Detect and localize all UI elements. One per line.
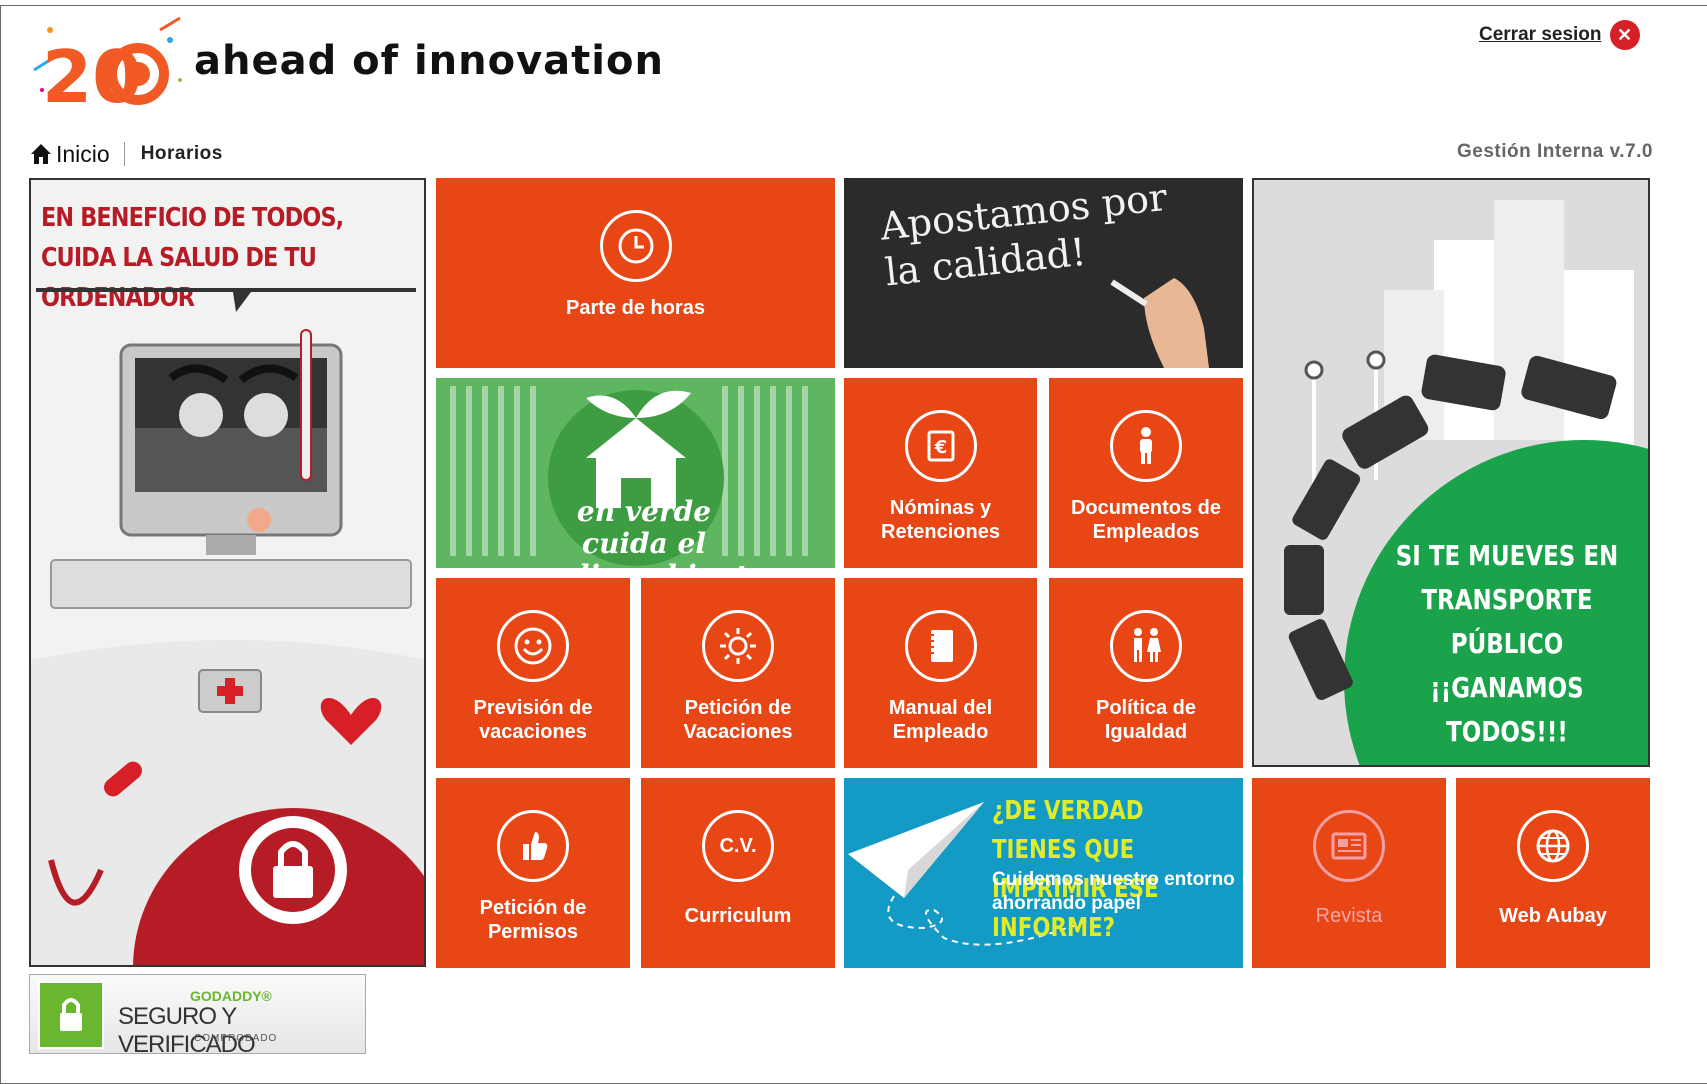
tile-label: Web Aubay xyxy=(1499,905,1607,927)
tile-documentos[interactable]: Documentos de Empleados xyxy=(1049,378,1243,568)
breadcrumb-home[interactable]: Inicio xyxy=(30,141,110,168)
tile-label: Política de Igualdad xyxy=(1095,697,1197,743)
tile-parte-horas[interactable]: Parte de horas xyxy=(436,178,835,368)
breadcrumb-current: Horarios xyxy=(140,143,223,164)
tile-label: Documentos de Empleados xyxy=(1070,497,1222,543)
tile-nominas[interactable]: € Nóminas y Retenciones xyxy=(844,378,1037,568)
godaddy-subtitle: COMPROBADO xyxy=(194,1033,278,1044)
newspaper-icon xyxy=(1313,810,1385,882)
tile-label: Petición de Vacaciones xyxy=(683,697,793,743)
tile-manual-empleado[interactable]: Manual del Empleado xyxy=(844,578,1037,768)
tile-label: Petición de Permisos xyxy=(479,897,587,943)
tile-label: Curriculum xyxy=(684,905,792,927)
close-icon[interactable]: ✕ xyxy=(1609,20,1640,50)
breadcrumb-separator xyxy=(123,142,125,166)
breadcrumb-home-label[interactable]: Inicio xyxy=(56,141,110,168)
verde-text: en verde cuida el medioambiente xyxy=(522,495,765,569)
tile-politica-igualdad[interactable]: Política de Igualdad xyxy=(1049,578,1243,768)
hand-chalk-illustration xyxy=(1110,278,1209,368)
tile-curriculum[interactable]: C.V. Curriculum xyxy=(641,778,835,968)
cv-icon-text: C.V. xyxy=(719,834,757,857)
svg-text:€: € xyxy=(933,437,947,458)
godaddy-title: SEGURO Y VERIFICADO xyxy=(118,1003,256,1058)
thumbs-up-icon xyxy=(497,810,569,882)
clock-icon xyxy=(599,210,672,282)
cv-icon: C.V. xyxy=(702,810,774,882)
breadcrumb: Inicio Horarios xyxy=(30,140,223,168)
transporte-banner[interactable]: SI TE MUEVES EN TRANSPORTE PÚBLICO ¡¡GAN… xyxy=(1252,178,1650,767)
euro-document-icon: € xyxy=(904,410,977,482)
imprimir-subtitle: Cuidemos nuestro entorno ahorrando papel xyxy=(992,869,1235,914)
tile-label: Manual del Empleado xyxy=(888,697,993,743)
calidad-banner[interactable]: Apostamos por la calidad! xyxy=(844,178,1243,368)
tile-label: Revista xyxy=(1315,905,1383,927)
health-banner[interactable]: EN BENEFICIO DE TODOS, CUIDA LA SALUD DE… xyxy=(29,178,426,967)
sun-icon xyxy=(702,610,774,682)
imprimir-banner[interactable]: ¿DE VERDAD TIENES QUE IMPRIMIR ESE INFOR… xyxy=(844,778,1243,968)
lock-icon xyxy=(38,981,104,1049)
man-woman-icon xyxy=(1110,610,1182,682)
tile-web-aubay[interactable]: Web Aubay xyxy=(1456,778,1650,968)
smiley-icon xyxy=(497,610,569,682)
verde-banner[interactable]: en verde cuida el medioambiente xyxy=(436,378,835,568)
aubay-logo[interactable]: 20 xyxy=(30,10,190,120)
tile-prevision-vacaciones[interactable]: Previsión de vacaciones xyxy=(436,578,630,768)
slogan: ahead of innovation xyxy=(194,38,664,84)
tile-label: Parte de horas xyxy=(566,297,705,319)
logout-label[interactable]: Cerrar sesion xyxy=(1479,24,1602,46)
version-label: Gestión Interna v.7.0 xyxy=(1457,141,1653,162)
computer-illustration xyxy=(31,288,424,965)
logout-button[interactable]: Cerrar sesion ✕ xyxy=(1479,20,1640,50)
home-icon xyxy=(31,144,51,164)
tile-peticion-permisos[interactable]: Petición de Permisos xyxy=(436,778,630,968)
tile-revista[interactable]: Revista xyxy=(1252,778,1446,968)
person-icon xyxy=(1110,410,1182,482)
notebook-icon xyxy=(904,610,977,682)
transporte-text: SI TE MUEVES EN TRANSPORTE PÚBLICO ¡¡GAN… xyxy=(1395,539,1619,748)
tile-peticion-vacaciones[interactable]: Petición de Vacaciones xyxy=(641,578,835,768)
tile-label: Nóminas y Retenciones xyxy=(881,497,1000,543)
globe-icon xyxy=(1517,810,1589,882)
godaddy-seal[interactable]: GODADDY® SEGURO Y VERIFICADO COMPROBADO xyxy=(29,974,366,1058)
godaddy-brand: GODADDY® xyxy=(190,988,272,1004)
tile-label: Previsión de vacaciones xyxy=(473,697,593,743)
